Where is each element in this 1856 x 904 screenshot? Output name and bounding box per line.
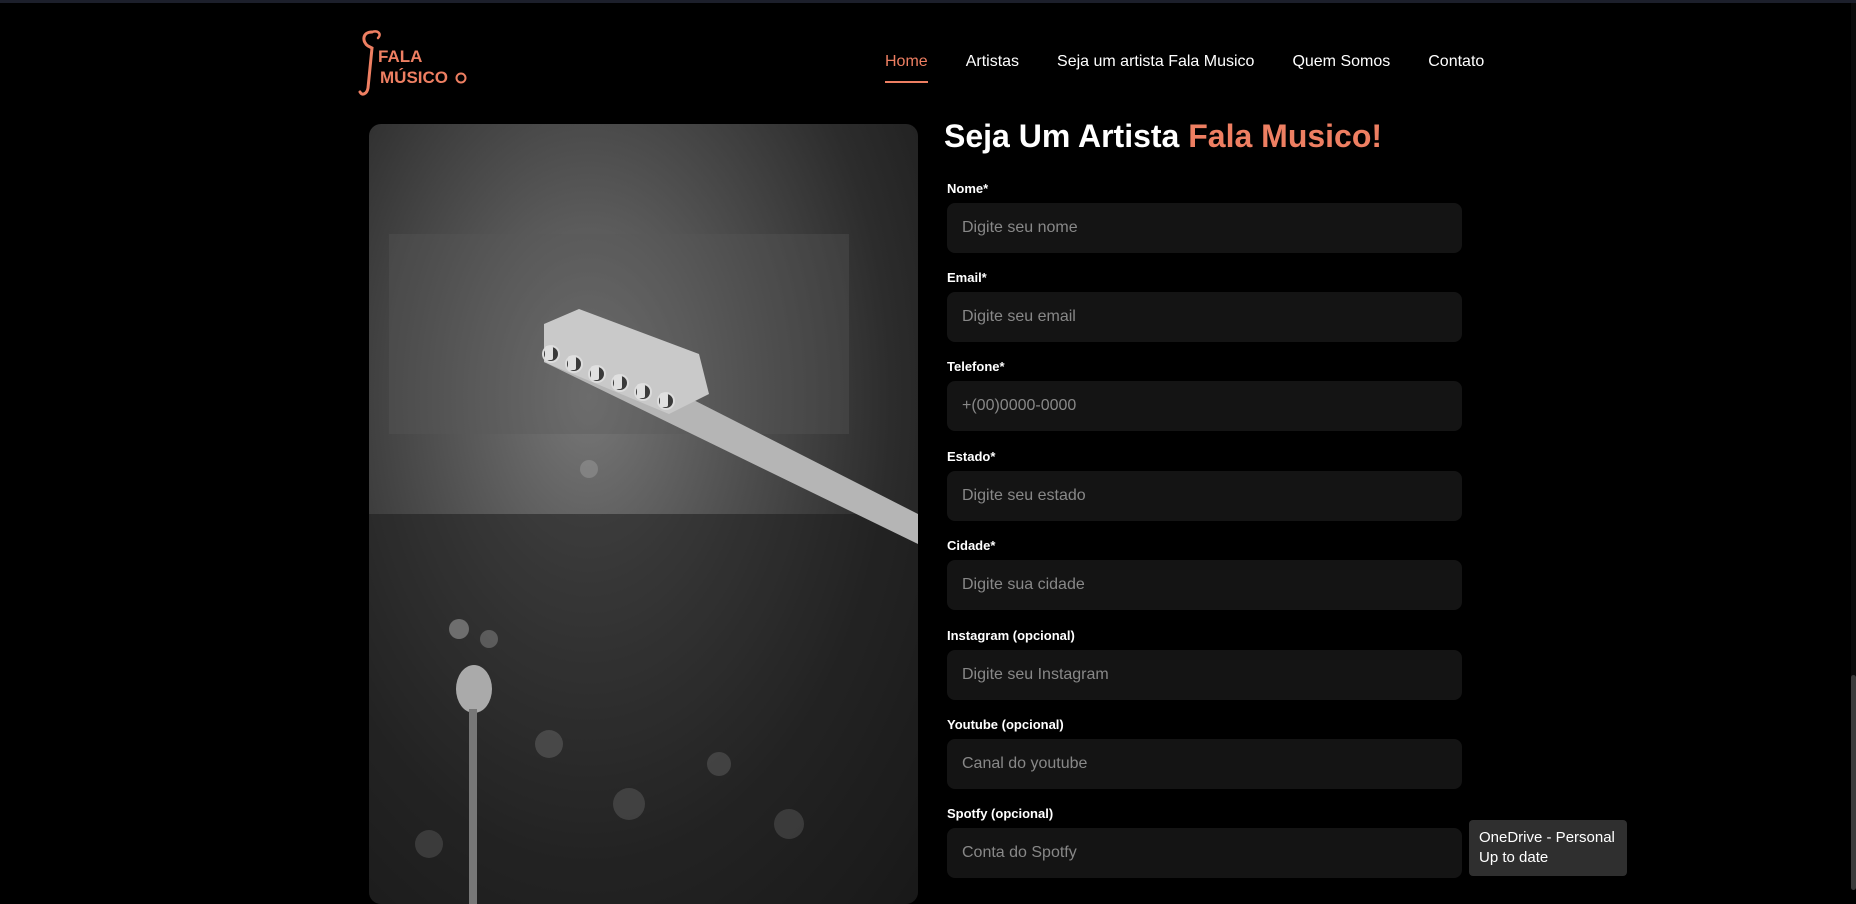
nav-item-seja-artista[interactable]: Seja um artista Fala Musico [1057, 50, 1254, 80]
cidade-input[interactable] [947, 560, 1462, 610]
fala-musico-logo[interactable]: FALA MÚSICO [358, 28, 468, 98]
nav-item-contato[interactable]: Contato [1428, 50, 1484, 80]
telefone-field: Telefone* [947, 359, 1462, 431]
estado-field: Estado* [947, 449, 1462, 521]
spotfy-label: Spotfy (opcional) [947, 806, 1054, 821]
email-input[interactable] [947, 292, 1462, 342]
youtube-label: Youtube (opcional) [947, 717, 1064, 732]
nav-item-quem-somos[interactable]: Quem Somos [1292, 50, 1390, 80]
onedrive-tooltip: OneDrive - Personal Up to date [1469, 820, 1627, 876]
estado-input[interactable] [947, 471, 1462, 521]
telefone-label: Telefone* [947, 359, 1005, 374]
cidade-field: Cidade* [947, 538, 1462, 610]
telefone-input[interactable] [947, 381, 1462, 431]
scrollbar-thumb[interactable] [1851, 675, 1856, 890]
instagram-input[interactable] [947, 650, 1462, 700]
form-title-accent: Fala Musico! [1188, 118, 1383, 154]
instagram-field: Instagram (opcional) [947, 628, 1462, 700]
nav-item-home[interactable]: Home [885, 50, 928, 83]
youtube-field: Youtube (opcional) [947, 717, 1462, 789]
onedrive-tooltip-status: Up to date [1479, 849, 1549, 866]
form-title: Seja Um Artista Fala Musico! [944, 116, 1382, 156]
email-field: Email* [947, 270, 1462, 342]
logo-text-line1: FALA [378, 47, 422, 66]
nome-field: Nome* [947, 181, 1462, 253]
estado-label: Estado* [947, 449, 996, 464]
email-label: Email* [947, 270, 987, 285]
cidade-label: Cidade* [947, 538, 996, 553]
page-scrollbar[interactable] [1851, 3, 1856, 890]
guitar-headstock-photo [369, 124, 918, 904]
instagram-label: Instagram (opcional) [947, 628, 1075, 643]
nome-label: Nome* [947, 181, 989, 196]
logo-text-line2: MÚSICO [380, 68, 448, 87]
onedrive-tooltip-title: OneDrive - Personal [1479, 829, 1615, 846]
form-title-main: Seja Um Artista [944, 118, 1189, 154]
nome-input[interactable] [947, 203, 1462, 253]
spotfy-input[interactable] [947, 828, 1462, 878]
spotfy-field: Spotfy (opcional) [947, 806, 1462, 878]
window-top-border [0, 0, 1856, 3]
photo-illustration [369, 234, 918, 904]
main-nav: Home Artistas Seja um artista Fala Music… [885, 50, 1484, 83]
nav-item-artistas[interactable]: Artistas [966, 50, 1019, 80]
logo-icon: FALA MÚSICO [358, 30, 467, 96]
youtube-input[interactable] [947, 739, 1462, 789]
